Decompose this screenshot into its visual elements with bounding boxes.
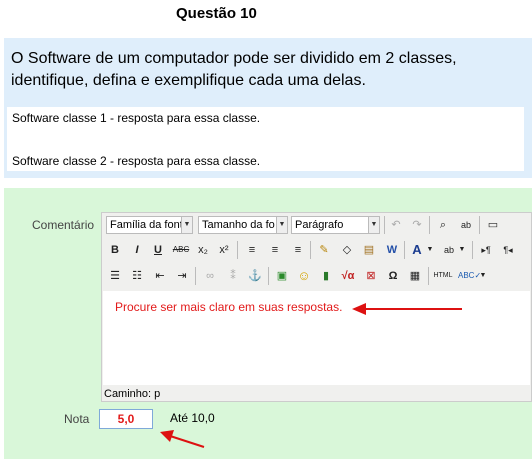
- grade-input[interactable]: 5,0: [99, 409, 153, 429]
- annotation-overlay: [160, 303, 462, 448]
- grade-label: Nota: [64, 412, 90, 426]
- annotation-arrow-comment: [352, 303, 462, 315]
- annotation-arrow-grade: [160, 430, 205, 448]
- max-grade-label: Até 10,0: [170, 411, 215, 425]
